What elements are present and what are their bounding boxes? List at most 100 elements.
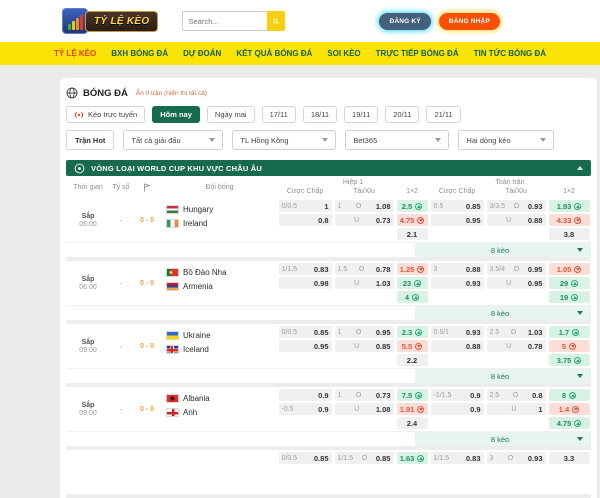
team-row[interactable]: Bồ Đào Nha bbox=[162, 265, 277, 279]
date-tab[interactable]: Ngày mai bbox=[206, 106, 255, 123]
team-row[interactable]: Anh bbox=[162, 405, 277, 419]
odds-cell[interactable]: 2.5 O 0.8 bbox=[486, 389, 546, 401]
odds-cell[interactable]: -0.5 0.9 bbox=[278, 403, 332, 415]
odds-cell[interactable]: U 1.08 bbox=[334, 403, 394, 415]
odds-cell[interactable]: 0/0.5 1 bbox=[278, 200, 332, 212]
team-row[interactable] bbox=[162, 468, 277, 482]
nav-item[interactable]: TỶ LỆ KÈO bbox=[54, 49, 96, 58]
odds-cell[interactable]: 1/1.5 0.83 bbox=[278, 263, 332, 275]
odds-cell[interactable]: 1.91 bbox=[396, 403, 428, 415]
odds-cell[interactable]: 0.8 bbox=[278, 214, 332, 226]
odds-cell[interactable]: 3/3.5 O 0.93 bbox=[486, 200, 546, 212]
date-tab[interactable]: 17/11 bbox=[261, 106, 296, 123]
filter-select[interactable]: Bet365 bbox=[345, 130, 450, 150]
more-odds-button[interactable]: 8 kèo bbox=[415, 306, 591, 320]
register-button[interactable]: ĐĂNG KÝ bbox=[379, 12, 431, 30]
team-row[interactable]: Hungary bbox=[162, 202, 277, 216]
date-tab[interactable]: 21/11 bbox=[426, 106, 461, 123]
odds-cell[interactable]: 0.95 bbox=[278, 340, 332, 352]
odds-cell[interactable]: 23 bbox=[396, 277, 428, 289]
odds-cell[interactable]: 7.5 bbox=[396, 389, 428, 401]
odds-cell[interactable]: 1.93 bbox=[548, 200, 590, 212]
odds-cell[interactable]: 0/0.5 0.85 bbox=[278, 326, 332, 338]
nav-item[interactable]: KẾT QUẢ BÓNG ĐÁ bbox=[236, 49, 312, 58]
team-row[interactable]: Iceland bbox=[162, 342, 277, 356]
filter-select[interactable]: Tất cả giải đấu bbox=[123, 130, 224, 150]
hot-matches-button[interactable]: Trận Hot bbox=[66, 130, 115, 150]
odds-cell[interactable]: U 1.03 bbox=[334, 277, 394, 289]
odds-cell[interactable]: 2.5 O 1.03 bbox=[486, 326, 546, 338]
team-row[interactable]: Albania bbox=[162, 391, 277, 405]
odds-cell[interactable]: 4.75 bbox=[396, 214, 428, 226]
odds-cell[interactable]: 5.5 bbox=[396, 340, 428, 352]
odds-cell[interactable]: 1.63 bbox=[396, 452, 428, 464]
odds-cell[interactable]: 0.95 bbox=[430, 214, 484, 226]
search-input[interactable] bbox=[182, 11, 268, 31]
nav-item[interactable]: TIN TỨC BÓNG ĐÁ bbox=[474, 49, 546, 58]
odds-cell[interactable]: 2.4 bbox=[396, 417, 428, 429]
odds-cell[interactable]: 1.7 bbox=[548, 326, 590, 338]
odds-cell[interactable]: 1.25 bbox=[396, 263, 428, 275]
odds-cell[interactable]: U1 bbox=[486, 403, 546, 415]
odds-cell[interactable]: 4.75 bbox=[548, 417, 590, 429]
odds-cell[interactable]: 3.3 bbox=[548, 452, 590, 464]
odds-cell[interactable]: 0.5 0.85 bbox=[430, 200, 484, 212]
odds-cell[interactable]: U 0.85 bbox=[334, 340, 394, 352]
odds-cell[interactable]: 4 bbox=[396, 291, 428, 303]
team-row[interactable]: Ukraine bbox=[162, 328, 277, 342]
odds-cell[interactable]: 3 0.88 bbox=[430, 263, 484, 275]
odds-cell[interactable]: 1/1.5 O 0.85 bbox=[334, 452, 394, 464]
team-row[interactable] bbox=[162, 454, 277, 468]
odds-cell[interactable]: 1 O 0.95 bbox=[334, 326, 394, 338]
odds-cell[interactable]: 3 O 0.93 bbox=[486, 452, 546, 464]
nav-item[interactable]: TRỰC TIẾP BÓNG ĐÁ bbox=[376, 49, 459, 58]
odds-cell[interactable]: 3.5/4 O 0.95 bbox=[486, 263, 546, 275]
live-odds-tab[interactable]: Kèo trực tuyến bbox=[66, 106, 146, 123]
more-odds-button[interactable]: 8 kèo bbox=[415, 243, 591, 257]
more-odds-button[interactable]: 8 kèo bbox=[415, 369, 591, 383]
odds-cell[interactable]: 3.75 bbox=[548, 354, 590, 366]
odds-cell[interactable]: 1 O 0.73 bbox=[334, 389, 394, 401]
odds-cell[interactable]: 1.4 bbox=[548, 403, 590, 415]
odds-cell[interactable]: 29 bbox=[548, 277, 590, 289]
nav-item[interactable]: DỰ ĐOÁN bbox=[183, 49, 221, 58]
odds-cell[interactable]: 8 bbox=[548, 389, 590, 401]
filter-select[interactable]: Hai dòng kèo bbox=[458, 130, 555, 150]
team-row[interactable]: Ireland bbox=[162, 216, 277, 230]
odds-cell[interactable]: U 0.88 bbox=[486, 214, 546, 226]
date-tab[interactable]: Hôm nay bbox=[152, 106, 200, 123]
odds-cell[interactable]: 3.8 bbox=[548, 228, 590, 240]
odds-cell[interactable]: 0.93 bbox=[430, 277, 484, 289]
odds-cell[interactable]: 2.5 bbox=[396, 200, 428, 212]
odds-cell[interactable]: 0.88 bbox=[430, 340, 484, 352]
odds-cell[interactable]: 5 bbox=[548, 340, 590, 352]
date-tab[interactable]: 18/11 bbox=[302, 106, 338, 123]
odds-cell[interactable]: 1.05 bbox=[548, 263, 590, 275]
odds-cell[interactable]: U 0.78 bbox=[486, 340, 546, 352]
odds-cell[interactable]: 19 bbox=[548, 291, 590, 303]
login-button[interactable]: ĐĂNG NHẬP bbox=[438, 12, 500, 30]
odds-cell[interactable]: -1/1.5 0.9 bbox=[430, 389, 484, 401]
odds-cell[interactable]: 2.1 bbox=[396, 228, 428, 240]
date-tab[interactable]: 20/11 bbox=[385, 106, 420, 123]
odds-cell[interactable]: 1 O 1.08 bbox=[334, 200, 394, 212]
odds-cell[interactable]: 0.9 bbox=[430, 403, 484, 415]
search-button[interactable] bbox=[267, 11, 286, 31]
odds-cell[interactable]: 1/1.5 0.83 bbox=[430, 452, 484, 464]
league-header[interactable]: VÒNG LOẠI WORLD CUP KHU VỰC CHÂU ÂU bbox=[66, 160, 591, 176]
odds-cell[interactable]: 0.5/1 0.93 bbox=[430, 326, 484, 338]
date-tab[interactable]: 19/11 bbox=[344, 106, 379, 123]
odds-cell[interactable]: 0.98 bbox=[278, 277, 332, 289]
odds-cell[interactable]: 1.5 O 0.78 bbox=[334, 263, 394, 275]
site-logo[interactable]: TỶ LỆ KÈO bbox=[62, 8, 159, 34]
nav-item[interactable]: BXH BÓNG ĐÁ bbox=[111, 49, 168, 58]
odds-cell[interactable]: U 0.95 bbox=[486, 277, 546, 289]
odds-cell[interactable]: U 0.73 bbox=[334, 214, 394, 226]
filter-select[interactable]: TL Hồng Kông bbox=[232, 130, 337, 150]
nav-item[interactable]: SOI KÈO bbox=[327, 49, 360, 58]
odds-cell[interactable]: 4.33 bbox=[548, 214, 590, 226]
odds-cell[interactable]: 0.9 bbox=[278, 389, 332, 401]
odds-cell[interactable]: 2.2 bbox=[396, 354, 428, 366]
team-row[interactable]: Armenia bbox=[162, 279, 277, 293]
odds-cell[interactable]: 0/0.5 0.85 bbox=[278, 452, 332, 464]
